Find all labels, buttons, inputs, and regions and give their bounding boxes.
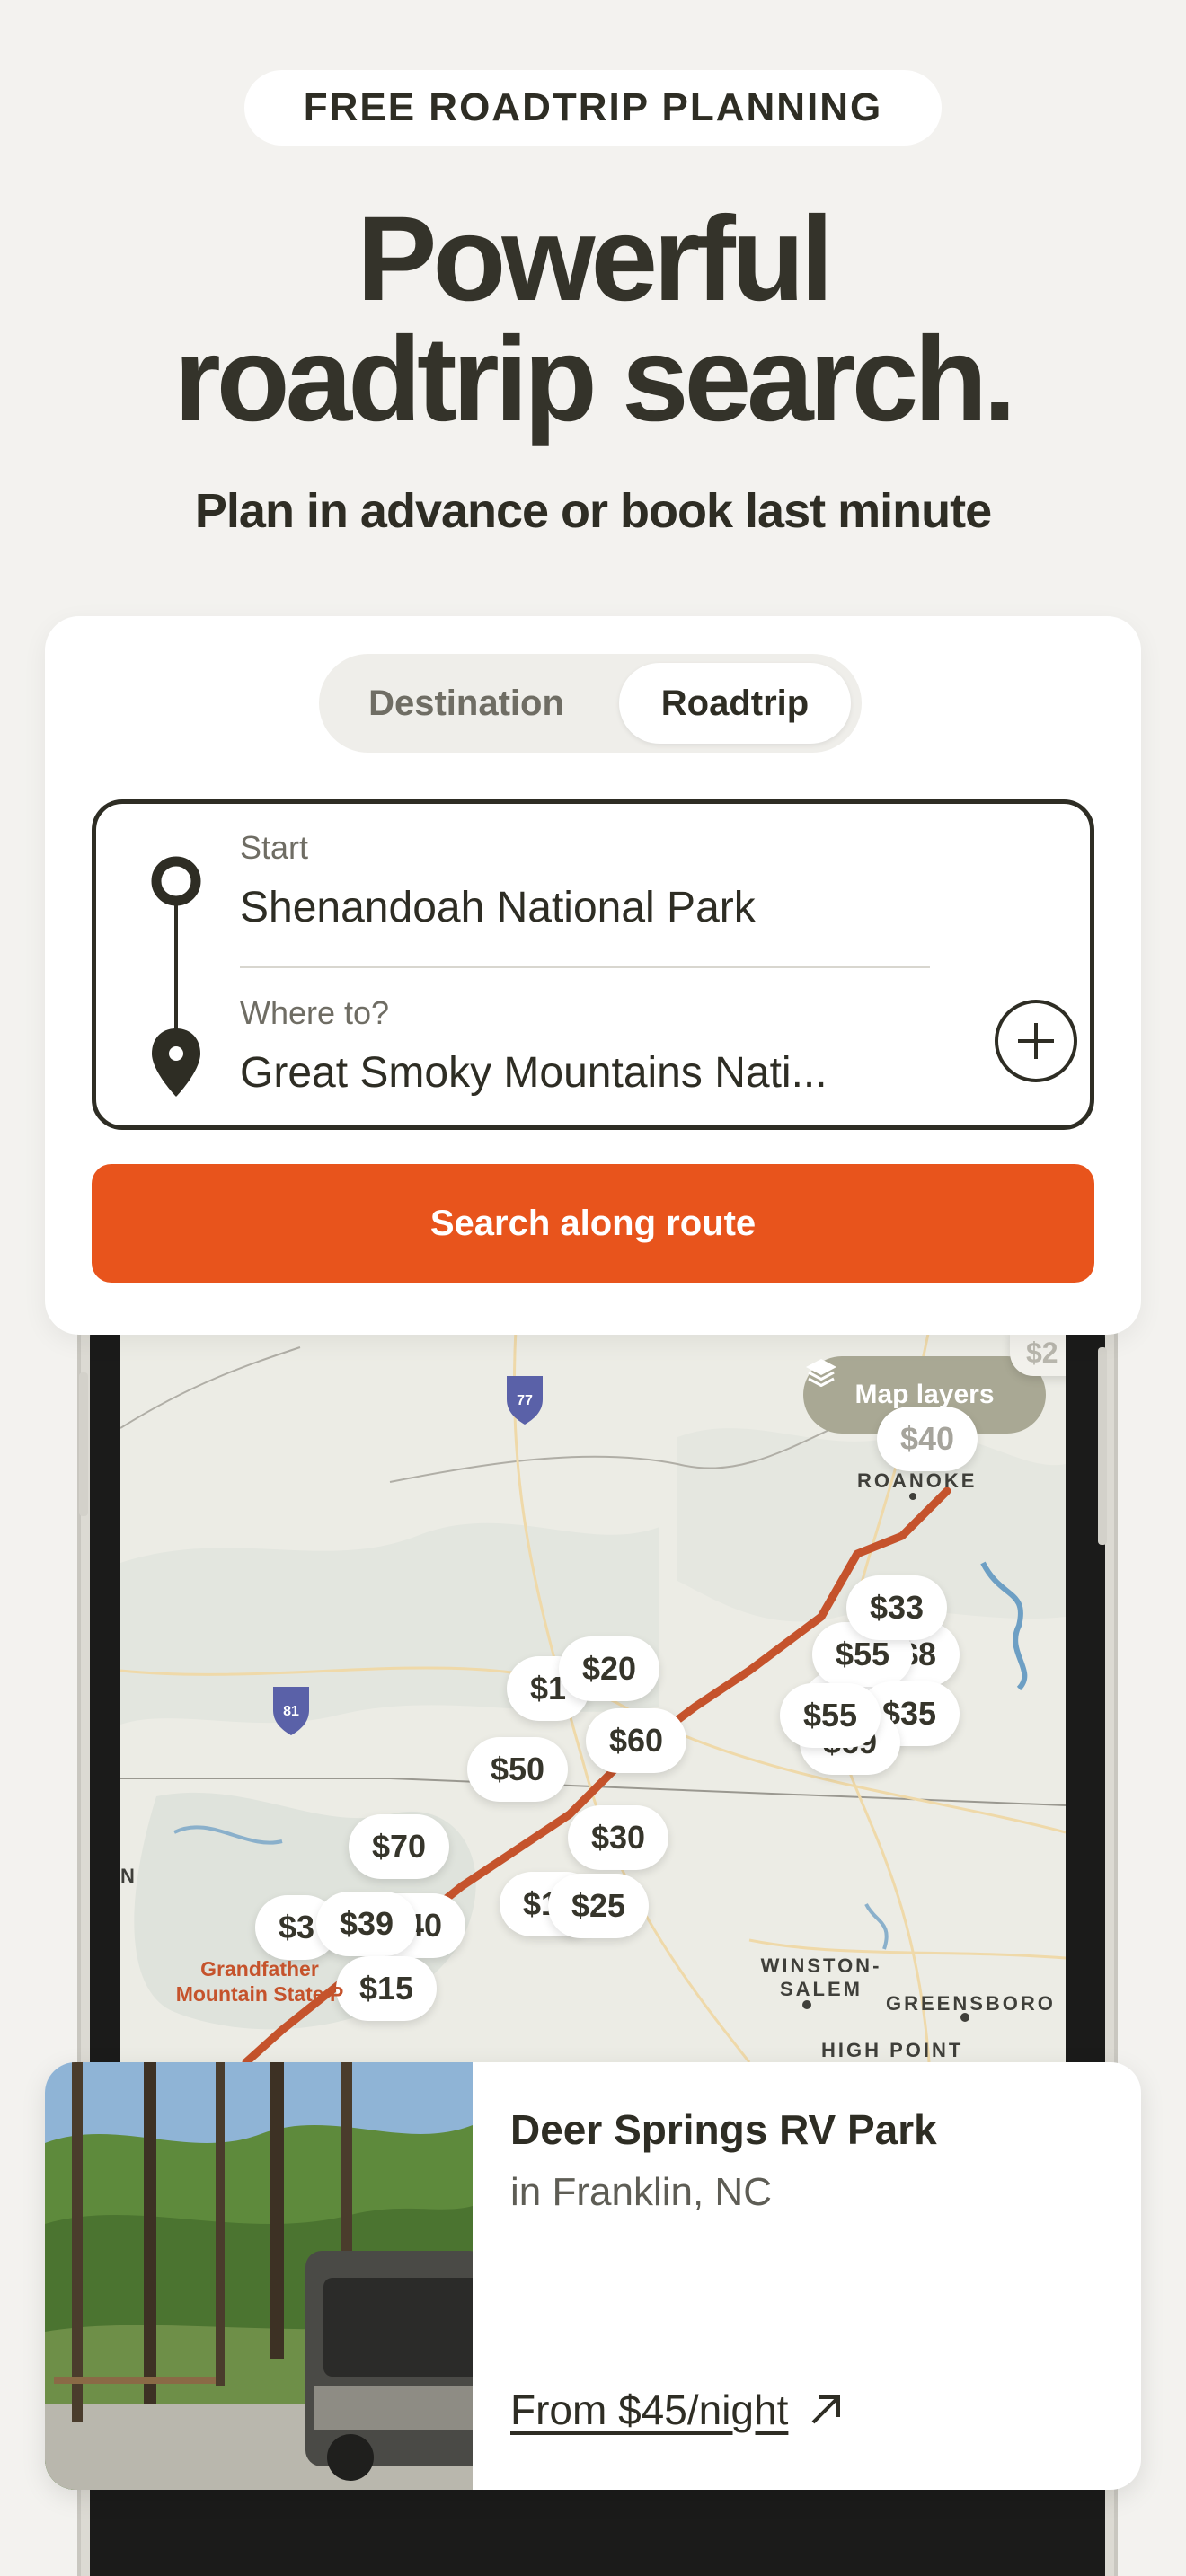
price-marker[interactable]: $20 [559,1636,660,1701]
listing-card[interactable]: Deer Springs RV Park in Franklin, NC Fro… [45,2062,1141,2490]
start-label: Start [240,829,309,866]
route-map[interactable]: 77 81 Map layers $2 $40 $ $27 $8 $55 $33… [120,1329,1066,2062]
highway-81-label: 81 [283,1704,299,1719]
page-subheadline: Plan in advance or book last minute [194,484,992,538]
price-marker[interactable]: $25 [548,1874,650,1938]
destination-input[interactable]: Great Smoky Mountains Nati... [240,1048,828,1098]
roadtrip-search-card: Destination Roadtrip Start Shenandoah Na… [45,616,1141,1335]
map-place-label: Grandfather Mountain State P [175,1957,344,2006]
headline-line-1: Powerful [357,192,834,326]
route-fields: Start Shenandoah National Park Where to?… [92,799,1094,1130]
map-place-label: HIGH POINT [821,2039,964,2061]
search-along-route-button[interactable]: Search along route [92,1164,1094,1283]
map-layers-label: Map layers [854,1380,995,1409]
price-marker[interactable]: $70 [349,1814,450,1879]
map-place-label: N [120,1865,137,1887]
destination-label: Where to? [240,994,390,1031]
phone-side-button [79,1372,88,1516]
listing-name: Deer Springs RV Park [510,2106,937,2153]
listing-price: From $45/night [510,2386,789,2433]
search-mode-toggle: Destination Roadtrip [319,654,862,753]
map-place-label: GREENSBORO [886,1992,1056,2015]
price-marker[interactable]: $30 [568,1805,669,1870]
price-marker[interactable]: $40 [877,1407,978,1471]
price-marker[interactable]: $2 [1010,1329,1066,1376]
route-path-icon [151,856,201,1097]
price-marker[interactable]: $55 [780,1683,881,1748]
field-divider [240,966,930,968]
page-headline: Powerful roadtrip search. [0,199,1186,440]
listing-location: in Franklin, NC [510,2170,772,2214]
add-stop-button[interactable] [995,1000,1077,1082]
price-marker[interactable]: $33 [846,1575,948,1640]
plus-icon [1018,1023,1054,1059]
map-place-label: WINSTON-SALEM [760,1954,882,2000]
price-marker[interactable]: $50 [467,1737,569,1802]
arrow-up-right-icon [811,2395,841,2424]
map-place-label: ROANOKE [857,1469,978,1492]
headline-line-2: roadtrip search. [173,313,1017,446]
price-marker[interactable]: $39 [316,1892,418,1956]
free-roadtrip-badge: FREE ROADTRIP PLANNING [244,70,942,146]
tab-roadtrip[interactable]: Roadtrip [619,663,851,744]
tab-destination[interactable]: Destination [332,663,601,744]
listing-price-link[interactable]: From $45/night [510,2386,844,2434]
price-marker[interactable]: $60 [586,1708,687,1773]
layers-icon [806,1359,836,1387]
start-input[interactable]: Shenandoah National Park [240,883,756,932]
phone-power-button [1098,1347,1107,1545]
listing-photo [45,2062,473,2490]
highway-77-label: 77 [517,1393,533,1408]
